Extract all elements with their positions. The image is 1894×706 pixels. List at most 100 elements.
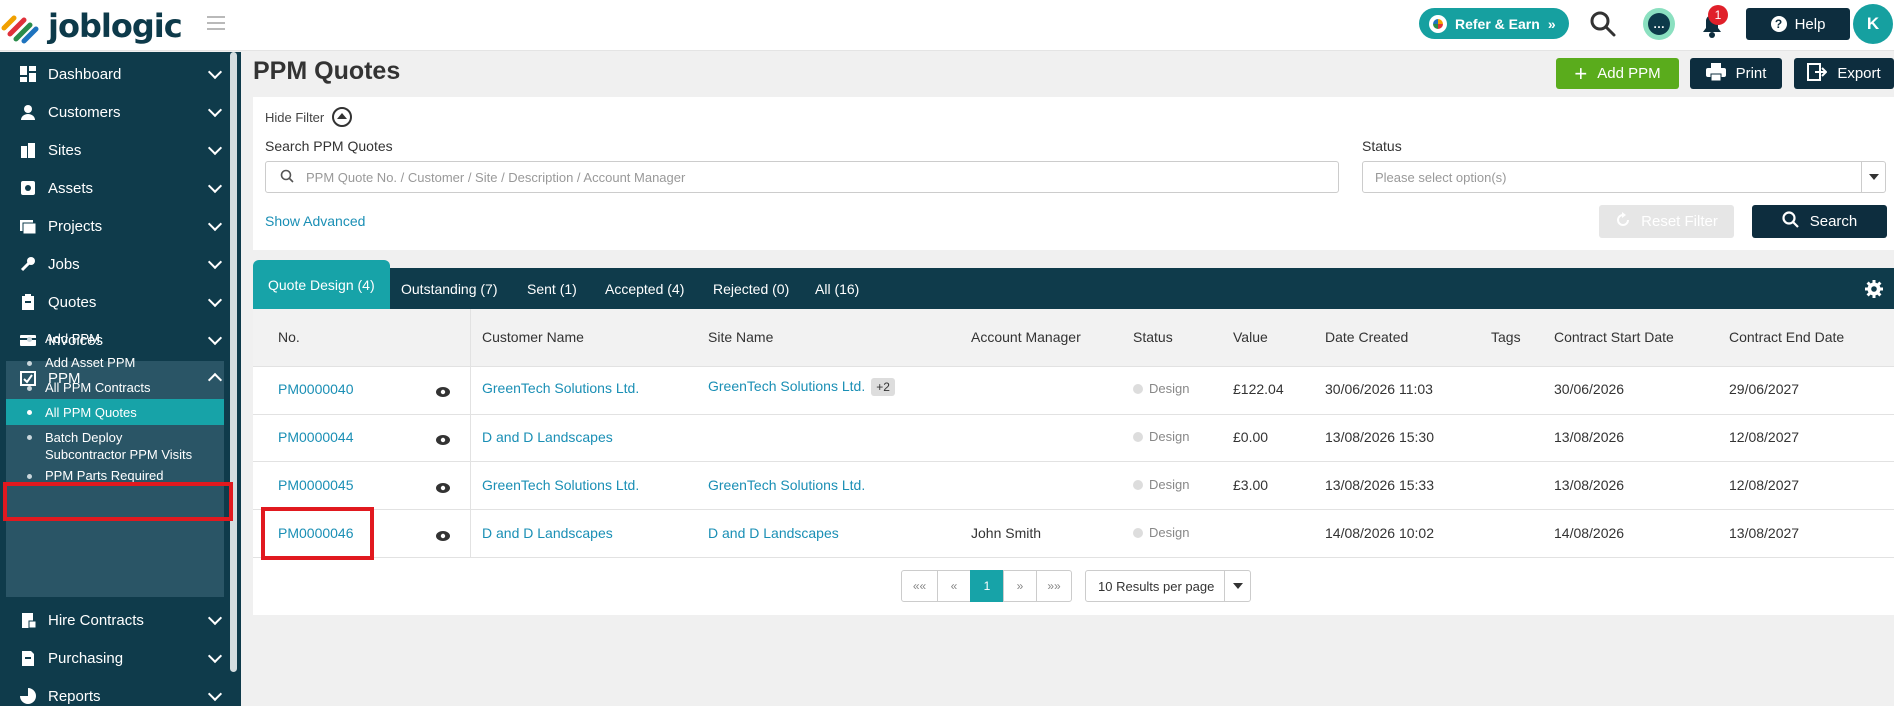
column-header-contract-end[interactable]: Contract End Date [1729,329,1844,345]
export-button[interactable]: Export [1794,58,1894,89]
sidebar-item-purchasing[interactable]: Purchasing [0,639,228,677]
reset-filter-button[interactable]: Reset Filter [1599,205,1734,238]
search-icon[interactable] [1588,9,1618,39]
site-link[interactable]: D and D Landscapes [708,525,839,541]
sidebar-scrollbar[interactable] [230,52,237,672]
submenu-add-asset-ppm[interactable]: Add Asset PPM [6,355,224,375]
more-sites-badge[interactable]: +2 [871,378,895,396]
refresh-icon [1615,211,1631,232]
contract-end-cell: 12/08/2027 [1729,477,1800,493]
submenu-batch-deploy[interactable]: Batch Deploy Subcontractor PPM Visits [6,429,224,465]
sidebar-item-projects[interactable]: Projects [0,207,228,245]
eye-icon[interactable] [436,432,450,445]
status-text: Design [1149,381,1190,396]
sidebar-item-sites[interactable]: Sites [0,131,228,169]
customer-link[interactable]: GreenTech Solutions Ltd. [482,380,639,396]
sidebar-item-jobs[interactable]: Jobs [0,245,228,283]
chat-icon: … [1648,13,1670,35]
contract-start-cell: 13/08/2026 [1554,477,1625,493]
customer-link[interactable]: D and D Landscapes [482,429,613,445]
column-header-date-created[interactable]: Date Created [1325,329,1408,345]
column-header-tags[interactable]: Tags [1491,329,1521,345]
eye-icon[interactable] [436,384,450,397]
submenu-label: All PPM Quotes [45,404,137,420]
question-icon: ? [1770,16,1787,32]
site-link[interactable]: GreenTech Solutions Ltd. [708,378,865,394]
quote-number-link[interactable]: PM0000045 [278,477,354,493]
column-header-no[interactable]: No. [278,329,300,345]
column-header-value[interactable]: Value [1233,329,1268,345]
site-link[interactable]: GreenTech Solutions Ltd. [708,477,865,493]
tab-all[interactable]: All (16) [815,268,859,309]
purchasing-icon [19,649,37,667]
gear-icon[interactable] [1864,279,1884,299]
per-page-value: 10 Results per page [1098,578,1215,594]
clipboard-icon [19,293,37,311]
column-header-account-manager[interactable]: Account Manager [971,329,1081,345]
customer-link[interactable]: D and D Landscapes [482,525,613,541]
tab-sent[interactable]: Sent (1) [527,268,577,309]
sidebar-item-hire-contracts[interactable]: Hire Contracts [0,601,228,639]
tab-accepted[interactable]: Accepted (4) [605,268,684,309]
hide-filter-toggle[interactable]: Hide Filter [265,107,353,127]
pager-last[interactable]: »» [1036,570,1072,602]
logo-text: joblogic [48,7,183,45]
tab-rejected[interactable]: Rejected (0) [713,268,789,309]
tab-bar: Quote Design (4) Outstanding (7) Sent (1… [253,260,1894,309]
add-ppm-button[interactable]: + Add PPM [1556,58,1679,89]
sidebar-item-dashboard[interactable]: Dashboard [0,55,228,93]
quote-number-link[interactable]: PM0000040 [278,381,354,397]
sidebar-item-customers[interactable]: Customers [0,93,228,131]
show-advanced-link[interactable]: Show Advanced [265,213,365,229]
column-header-customer[interactable]: Customer Name [482,329,584,345]
date-created-cell: 13/08/2026 15:33 [1325,477,1434,493]
pager-first[interactable]: «« [901,570,938,602]
search-button[interactable]: Search [1752,205,1887,238]
submenu-label: Batch Deploy Subcontractor PPM Visits [45,430,193,462]
customer-link[interactable]: GreenTech Solutions Ltd. [482,477,639,493]
help-button[interactable]: ? Help [1746,8,1850,40]
quote-number-link[interactable]: PM0000044 [278,429,354,445]
chat-button[interactable]: … [1643,8,1675,40]
eye-icon[interactable] [436,480,450,493]
bullet-icon [27,361,32,366]
chevron-down-icon [207,64,223,80]
tab-outstanding[interactable]: Outstanding (7) [401,268,498,309]
submenu-add-ppm[interactable]: Add PPM [6,331,224,351]
logo[interactable]: joblogic [0,6,183,46]
pager-page-1[interactable]: 1 [970,570,1004,602]
chevron-down-icon [207,648,223,664]
menu-toggle-icon[interactable] [207,16,225,30]
submenu-all-ppm-contracts[interactable]: All PPM Contracts [6,380,224,400]
logo-mark-icon [0,6,42,46]
avatar[interactable]: K [1853,4,1893,44]
refer-earn-button[interactable]: Refer & Earn » [1419,8,1569,39]
value-cell: £3.00 [1233,477,1269,493]
bullet-icon [27,474,32,479]
column-header-site[interactable]: Site Name [708,329,773,345]
status-placeholder: Please select option(s) [1375,169,1507,185]
print-button[interactable]: Print [1690,58,1782,89]
sidebar: Dashboard Customers Sites Assets Project… [0,52,241,706]
status-text: Design [1149,477,1190,492]
chevron-down-icon [207,102,223,118]
contract-end-cell: 29/06/2027 [1729,381,1800,397]
refer-logo-icon [1429,14,1447,33]
column-header-contract-start[interactable]: Contract Start Date [1554,329,1674,345]
pager-next[interactable]: » [1003,570,1037,602]
search-input[interactable]: PPM Quote No. / Customer / Site / Descri… [265,161,1339,193]
sidebar-item-reports[interactable]: Reports [0,677,228,706]
wrench-icon [19,255,37,273]
sidebar-item-quotes[interactable]: Quotes [0,283,228,321]
tab-quote-design[interactable]: Quote Design (4) [253,260,390,309]
pager-prev[interactable]: « [937,570,971,602]
reports-icon [19,687,37,705]
column-header-status[interactable]: Status [1133,329,1173,345]
bullet-icon [27,409,32,415]
submenu-all-ppm-quotes[interactable]: All PPM Quotes [6,399,224,425]
eye-icon[interactable] [436,528,450,541]
sidebar-item-assets[interactable]: Assets [0,169,228,207]
double-chevron-right-icon: » [1547,15,1556,32]
status-select[interactable]: Please select option(s) [1362,161,1886,193]
results-per-page-select[interactable]: 10 Results per page [1085,570,1251,602]
